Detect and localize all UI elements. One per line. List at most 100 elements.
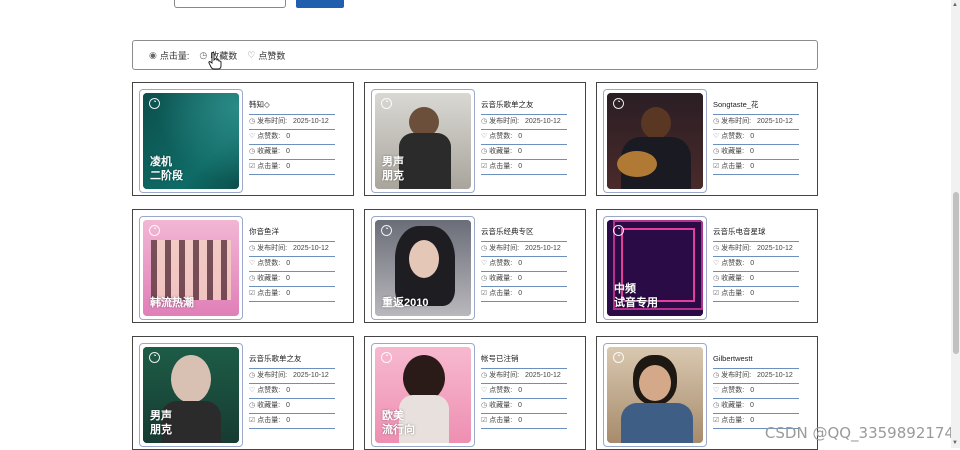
like-count: ♡ 点赞数: 0	[249, 384, 335, 399]
clock-icon: ◷	[481, 148, 488, 155]
checkbox-icon: ☑	[481, 163, 488, 170]
playlist-card[interactable]: ◔ 凌机 二阶段 韩知◇ ◷ 发布时间: 2025-10-12 ♡ 点赞数: 0 ◷ 收藏量: 0…	[132, 82, 354, 196]
playlist-info: 云音乐歌单之友 ◷ 发布时间: 2025-10-12 ♡ 点赞数: 0 ◷ 收藏量: 0 ☑ 点…	[481, 99, 567, 175]
playlist-title[interactable]: Gilbertwestt	[713, 353, 799, 369]
sort-by-likes[interactable]: ♡ 点赞数	[247, 49, 285, 62]
like-count: ♡ 点赞数: 0	[481, 384, 567, 399]
playlist-title[interactable]: 云音乐歌单之友	[249, 353, 335, 369]
scroll-up-arrow-icon[interactable]: ▲	[952, 2, 958, 8]
playlist-card[interactable]: ◔ 欧美 流行向 帐号已注销 ◷ 发布时间: 2025-10-12 ♡ 点赞数: 0 ◷ 收藏量:…	[364, 336, 586, 450]
publish-date: ◷ 发布时间: 2025-10-12	[481, 115, 567, 130]
view-count: ☑ 点击量: 0	[249, 160, 335, 175]
playlist-cover[interactable]: ◔	[603, 343, 707, 447]
view-count: ☑ 点击量: 0	[249, 414, 335, 429]
netease-logo-icon: ◔	[149, 98, 160, 109]
netease-logo-icon: ◔	[381, 98, 392, 109]
view-count: ☑ 点击量: 0	[481, 287, 567, 302]
favorite-count: ◷ 收藏量: 0	[481, 145, 567, 160]
thumbs-up-icon: ♡	[249, 133, 256, 140]
playlist-title[interactable]: 韩知◇	[249, 99, 335, 115]
playlist-cover[interactable]: ◔ 凌机 二阶段	[139, 89, 243, 193]
publish-date: ◷ 发布时间: 2025-10-12	[713, 242, 799, 257]
like-count: ♡ 点赞数: 0	[713, 257, 799, 272]
search-input-partial[interactable]	[174, 0, 286, 8]
sort-bar: ◉ 点击量: ◷ 收藏数 ♡ 点赞数	[132, 40, 818, 70]
publish-date: ◷ 发布时间: 2025-10-12	[249, 242, 335, 257]
playlist-title[interactable]: 云音乐经典专区	[481, 226, 567, 242]
playlist-cover[interactable]: ◔ 中频 试音专用	[603, 216, 707, 320]
playlist-cover[interactable]: ◔ 男声 朋克	[139, 343, 243, 447]
publish-date: ◷ 发布时间: 2025-10-12	[481, 369, 567, 384]
sort-by-views[interactable]: ◉ 点击量:	[149, 49, 189, 62]
search-button-partial[interactable]	[296, 0, 344, 8]
thumbs-up-icon: ♡	[249, 260, 256, 267]
netease-logo-icon: ◔	[381, 225, 392, 236]
watermark: CSDN @QQ_3359892174	[764, 424, 954, 442]
netease-logo-icon: ◔	[613, 225, 624, 236]
cover-caption: 男声 朋克	[382, 156, 404, 182]
view-count: ☑ 点击量: 0	[249, 287, 335, 302]
like-count: ♡ 点赞数: 0	[249, 257, 335, 272]
playlist-card[interactable]: ◔ 韩流热潮 你音鱼洋 ◷ 发布时间: 2025-10-12 ♡ 点赞数: 0 ◷ 收藏量: 0…	[132, 209, 354, 323]
playlist-card[interactable]: ◔ 男声 朋克 云音乐歌单之友 ◷ 发布时间: 2025-10-12 ♡ 点赞数: 0 ◷ 收藏量…	[132, 336, 354, 450]
publish-date: ◷ 发布时间: 2025-10-12	[481, 242, 567, 257]
favorite-count: ◷ 收藏量: 0	[481, 399, 567, 414]
clock-icon: ◷	[481, 275, 488, 282]
playlist-title[interactable]: 你音鱼洋	[249, 226, 335, 242]
thumbs-up-icon: ♡	[481, 260, 488, 267]
clock-icon: ◷	[713, 245, 720, 252]
like-count: ♡ 点赞数: 0	[481, 257, 567, 272]
netease-logo-icon: ◔	[149, 352, 160, 363]
clock-icon: ◷	[713, 148, 720, 155]
playlist-cover[interactable]: ◔ 韩流热潮	[139, 216, 243, 320]
eye-icon: ◉	[149, 49, 157, 60]
clock-icon: ◷	[249, 148, 256, 155]
clock-icon: ◷	[481, 372, 488, 379]
cover-caption: 韩流热潮	[150, 297, 194, 309]
thumbs-up-icon: ♡	[713, 387, 720, 394]
playlist-title[interactable]: Songtaste_花	[713, 99, 799, 115]
favorite-count: ◷ 收藏量: 0	[249, 145, 335, 160]
clock-icon: ◷	[249, 402, 256, 409]
playlist-info: 帐号已注销 ◷ 发布时间: 2025-10-12 ♡ 点赞数: 0 ◷ 收藏量: 0 ☑ 点击量…	[481, 353, 567, 429]
playlist-card[interactable]: ◔ 中频 试音专用 云音乐电音星球 ◷ 发布时间: 2025-10-12 ♡ 点赞数: 0 ◷ 收…	[596, 209, 818, 323]
view-count: ☑ 点击量: 0	[713, 160, 799, 175]
clock-icon: ◷	[199, 49, 208, 60]
playlist-title[interactable]: 帐号已注销	[481, 353, 567, 369]
publish-date: ◷ 发布时间: 2025-10-12	[713, 115, 799, 130]
clock-icon: ◷	[249, 118, 256, 125]
playlist-info: 你音鱼洋 ◷ 发布时间: 2025-10-12 ♡ 点赞数: 0 ◷ 收藏量: 0 ☑ 点击量:…	[249, 226, 335, 302]
cover-caption: 欧美 流行向	[382, 410, 415, 436]
clock-icon: ◷	[713, 402, 720, 409]
view-count: ☑ 点击量: 0	[481, 160, 567, 175]
playlist-cover[interactable]: ◔	[603, 89, 707, 193]
favorite-count: ◷ 收藏量: 0	[249, 399, 335, 414]
playlist-card[interactable]: ◔ 男声 朋克 云音乐歌单之友 ◷ 发布时间: 2025-10-12 ♡ 点赞数: 0 ◷ 收藏量…	[364, 82, 586, 196]
scrollbar-thumb[interactable]	[953, 192, 959, 354]
playlist-title[interactable]: 云音乐歌单之友	[481, 99, 567, 115]
checkbox-icon: ☑	[481, 417, 488, 424]
scroll-down-arrow-icon[interactable]: ▼	[952, 440, 958, 446]
playlist-info: 云音乐经典专区 ◷ 发布时间: 2025-10-12 ♡ 点赞数: 0 ◷ 收藏量: 0 ☑ 点…	[481, 226, 567, 302]
scrollbar[interactable]: ▲ ▼	[951, 0, 960, 448]
cover-caption: 凌机 二阶段	[150, 156, 183, 182]
playlist-cover[interactable]: ◔ 男声 朋克	[371, 89, 475, 193]
like-count: ♡ 点赞数: 0	[713, 384, 799, 399]
playlist-cover[interactable]: ◔ 欧美 流行向	[371, 343, 475, 447]
netease-logo-icon: ◔	[613, 98, 624, 109]
favorite-count: ◷ 收藏量: 0	[249, 272, 335, 287]
thumbs-up-icon: ♡	[481, 133, 488, 140]
playlist-title[interactable]: 云音乐电音星球	[713, 226, 799, 242]
clock-icon: ◷	[249, 275, 256, 282]
checkbox-icon: ☑	[713, 163, 720, 170]
playlist-card[interactable]: ◔ 重返2010 云音乐经典专区 ◷ 发布时间: 2025-10-12 ♡ 点赞数: 0 ◷ 收…	[364, 209, 586, 323]
thumbs-up-icon: ♡	[249, 387, 256, 394]
checkbox-icon: ☑	[481, 290, 488, 297]
checkbox-icon: ☑	[713, 417, 720, 424]
favorite-count: ◷ 收藏量: 0	[713, 145, 799, 160]
clock-icon: ◷	[481, 118, 488, 125]
playlist-card[interactable]: ◔ Songtaste_花 ◷ 发布时间: 2025-10-12 ♡ 点赞数: 0 ◷ 收藏量…	[596, 82, 818, 196]
playlist-cover[interactable]: ◔ 重返2010	[371, 216, 475, 320]
thumbs-up-icon: ♡	[713, 133, 720, 140]
like-count: ♡ 点赞数: 0	[713, 130, 799, 145]
